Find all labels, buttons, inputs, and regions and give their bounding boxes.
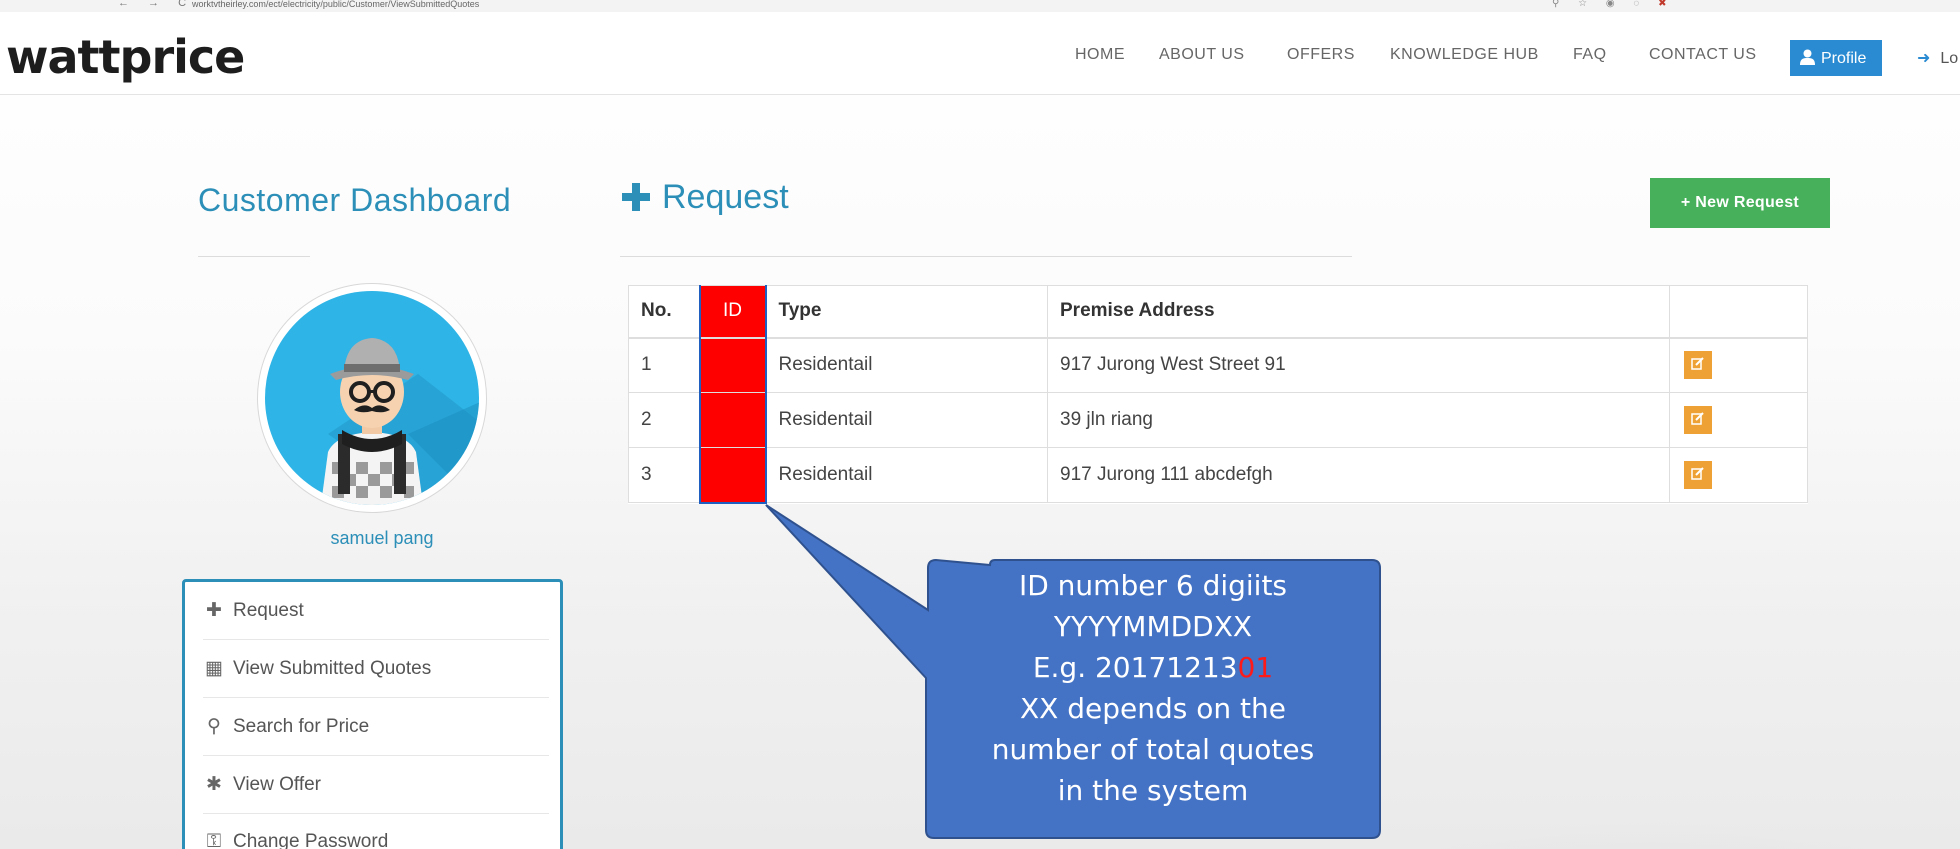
table-row: 3 Residentail 917 Jurong 111 abcdefgh	[628, 447, 1808, 504]
logout-link[interactable]: ➜ Lo	[1917, 48, 1958, 68]
nav-faq[interactable]: FAQ	[1573, 46, 1607, 64]
callout-text: E.g. 201712	[1032, 651, 1202, 684]
request-heading-label: Request	[662, 178, 789, 216]
sidebar-item-request[interactable]: ✚ Request	[203, 582, 549, 640]
browser-extension-icons[interactable]: ⚲ ☆ ◉ ◌ ✖	[1552, 0, 1674, 9]
callout-line: in the system	[1057, 774, 1249, 807]
cell-type: Residentail	[765, 337, 1048, 393]
site-header: wattprice HOME ABOUT US OFFERS KNOWLEDGE…	[0, 12, 1960, 95]
cell-actions	[1669, 392, 1808, 448]
sidebar-item-label: Search for Price	[233, 716, 370, 737]
sidebar-item-search-for-price[interactable]: ⚲ Search for Price	[203, 698, 549, 756]
cell-id	[698, 337, 767, 393]
cell-no: 2	[628, 392, 700, 448]
avatar-illustration	[265, 291, 479, 505]
table-row: 1 Residentail 917 Jurong West Street 91	[628, 337, 1808, 393]
table-header-row: No. ID Type Premise Address	[628, 285, 1808, 338]
search-icon: ⚲	[207, 716, 221, 737]
callout-line: E.g. 2017121301	[928, 647, 1378, 688]
extension-icon: ✖	[1658, 0, 1675, 9]
cell-actions	[1669, 337, 1808, 393]
column-header-no: No.	[628, 285, 700, 338]
sidebar-item-label: View Submitted Quotes	[233, 658, 432, 679]
cell-id	[698, 447, 767, 504]
page: ← → C worktvtheirley.com/ect/electricity…	[0, 0, 1960, 849]
callout-line: XX depends on the	[1020, 692, 1286, 725]
browser-nav-buttons[interactable]: ← → C	[118, 0, 194, 9]
logout-label: Lo	[1940, 50, 1959, 67]
browser-address-bar[interactable]: worktvtheirley.com/ect/electricity/publi…	[192, 0, 479, 9]
sidebar-item-label: Request	[233, 600, 304, 621]
edit-icon	[1691, 412, 1704, 425]
sidebar-item-view-submitted-quotes[interactable]: ▦ View Submitted Quotes	[203, 640, 549, 698]
sign-out-icon: ➜	[1917, 50, 1931, 67]
nav-about-us[interactable]: ABOUT US	[1159, 46, 1245, 64]
edit-icon	[1691, 357, 1704, 370]
requests-table: No. ID Type Premise Address 1 Residentai…	[628, 285, 1808, 504]
sidebar-item-label: View Offer	[233, 774, 322, 795]
sidebar-item-label: Change Password	[233, 831, 389, 849]
avatar	[258, 284, 486, 512]
cell-no: 3	[628, 447, 700, 503]
nav-home[interactable]: HOME	[1075, 46, 1125, 64]
cell-no: 1	[628, 337, 700, 393]
user-name: samuel pang	[330, 528, 434, 548]
site-logo[interactable]: wattprice	[6, 30, 245, 84]
column-header-premise-address: Premise Address	[1047, 285, 1670, 338]
cell-actions	[1669, 447, 1808, 503]
cell-address: 39 jln riang	[1047, 392, 1670, 448]
callout-line: ID number 6 digiits	[1018, 569, 1288, 602]
nav-offers[interactable]: OFFERS	[1287, 46, 1355, 64]
profile-button[interactable]: Profile	[1790, 40, 1882, 76]
cell-type: Residentail	[765, 447, 1048, 503]
annotation-callout-text: ID number 6 digiits YYYYMMDDXX E.g. 2017…	[928, 565, 1378, 811]
cell-id	[698, 392, 767, 448]
sidebar-item-view-offer[interactable]: ✱ View Offer	[203, 756, 549, 814]
profile-button-label: Profile	[1821, 50, 1867, 67]
sidebar-item-change-password[interactable]: ⚿ Change Password	[203, 814, 549, 849]
edit-button[interactable]	[1684, 406, 1712, 434]
nav-knowledge-hub[interactable]: KNOWLEDGE HUB	[1390, 46, 1539, 64]
sidebar-menu: ✚ Request ▦ View Submitted Quotes ⚲ Search …	[182, 579, 563, 849]
request-heading: Request	[622, 178, 789, 217]
request-heading-divider	[620, 256, 1352, 257]
plus-icon: ✚	[206, 600, 222, 621]
key-icon: ⚿	[206, 831, 222, 849]
edit-button[interactable]	[1684, 461, 1712, 489]
asterisk-icon: ✱	[206, 774, 222, 795]
column-header-type: Type	[765, 285, 1048, 338]
callout-highlight: 01	[1237, 651, 1274, 684]
column-header-actions	[1669, 285, 1808, 338]
cell-address: 917 Jurong West Street 91	[1047, 337, 1670, 393]
edit-icon	[1691, 467, 1704, 480]
dashboard-title-divider	[198, 256, 310, 257]
user-icon	[1800, 49, 1815, 65]
edit-button[interactable]	[1684, 351, 1712, 380]
table-row: 2 Residentail 39 jln riang	[628, 392, 1808, 448]
callout-text: 13	[1201, 651, 1238, 684]
callout-line: number of total quotes	[991, 733, 1315, 766]
plus-icon	[622, 183, 650, 211]
table-icon: ▦	[205, 658, 223, 679]
column-header-id: ID	[698, 285, 767, 338]
new-request-button[interactable]: + New Request	[1650, 178, 1830, 228]
dashboard-title: Customer Dashboard	[198, 182, 512, 218]
nav-contact-us[interactable]: CONTACT US	[1649, 46, 1757, 64]
cell-address: 917 Jurong 111 abcdefgh	[1047, 447, 1670, 503]
cell-type: Residentail	[765, 392, 1048, 448]
callout-line: YYYYMMDDXX	[1053, 610, 1253, 643]
